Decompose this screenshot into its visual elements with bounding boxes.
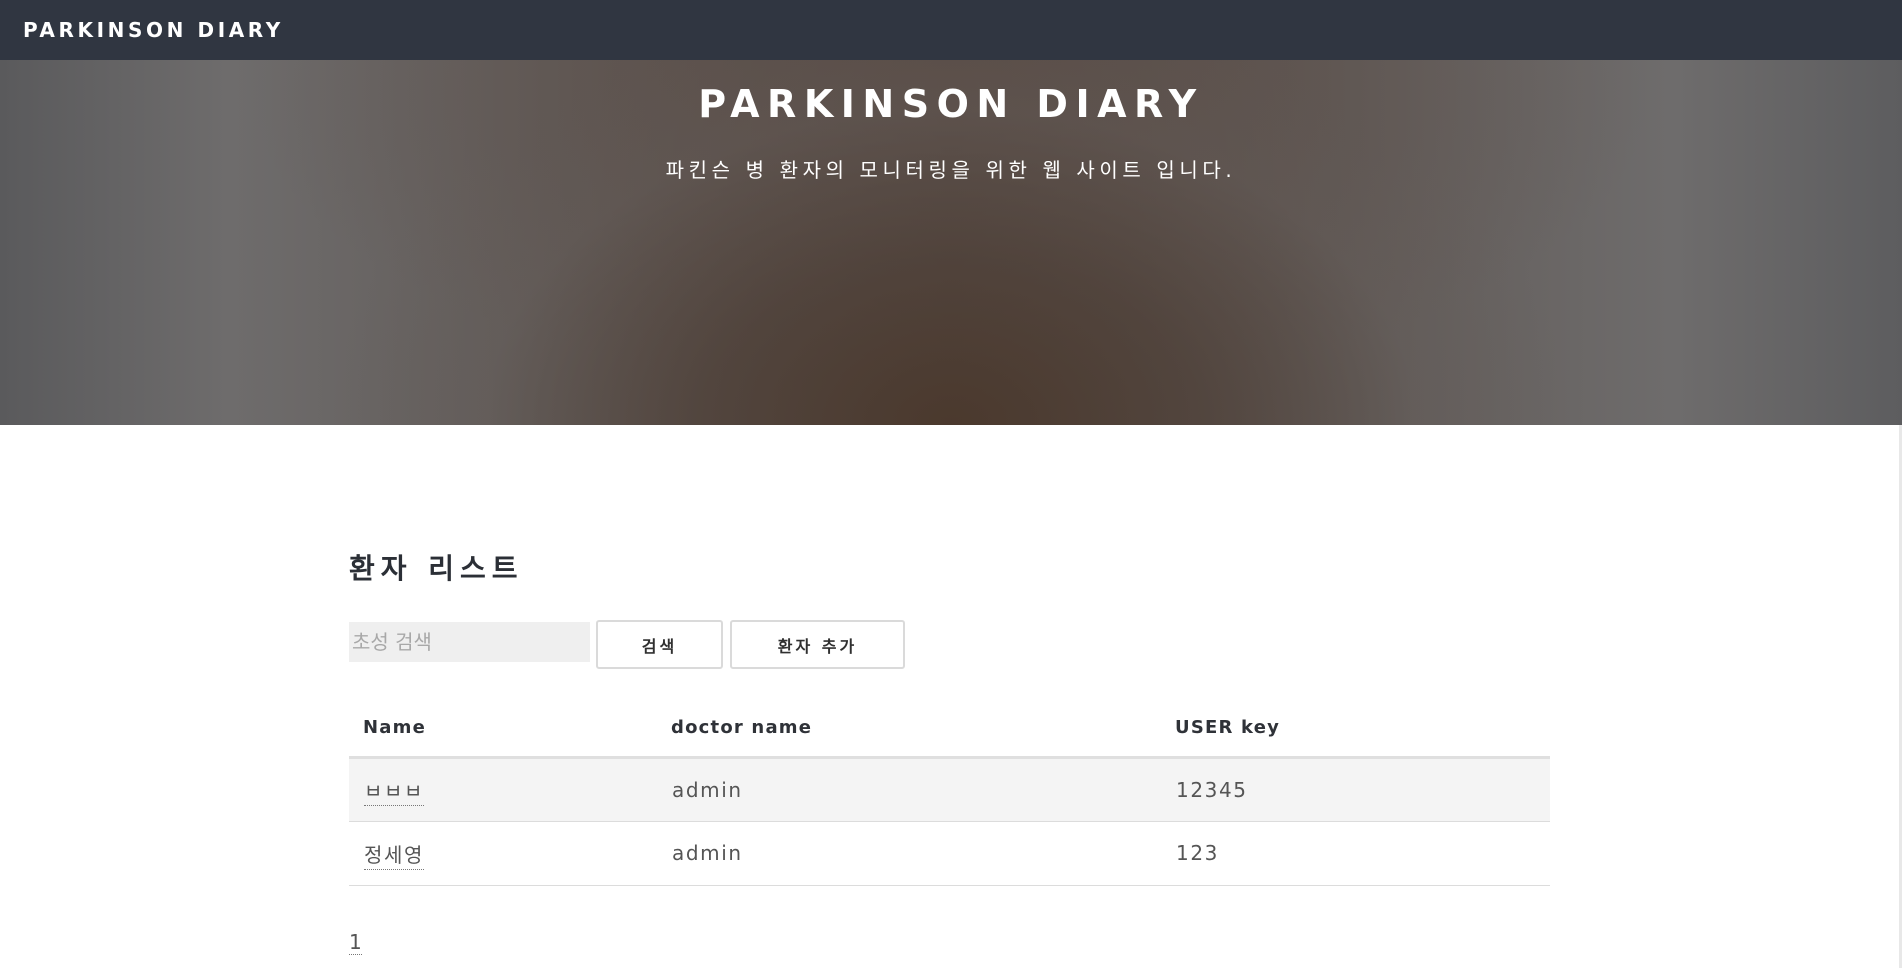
add-patient-button[interactable]: 환자 추가 <box>730 620 905 669</box>
table-row: ㅂㅂㅂ admin 12345 <box>349 757 1550 822</box>
cell-doctor-name: admin <box>657 821 1161 886</box>
patient-table: Name doctor name USER key ㅂㅂㅂ admin 1234… <box>349 700 1550 886</box>
page-link[interactable]: 1 <box>349 930 362 955</box>
hero-title: PARKINSON DIARY <box>698 82 1204 126</box>
pagination: 1 <box>349 930 362 955</box>
cell-name: ㅂㅂㅂ <box>349 757 657 822</box>
table-row: 정세영 admin 123 <box>349 821 1550 886</box>
cell-user-key: 12345 <box>1161 757 1550 822</box>
hero-banner: PARKINSON DIARY 파킨슨 병 환자의 모니터링을 위한 웹 사이트… <box>0 60 1902 425</box>
table-header-row: Name doctor name USER key <box>349 700 1550 759</box>
hero-subtitle: 파킨슨 병 환자의 모니터링을 위한 웹 사이트 입니다. <box>665 158 1237 182</box>
patient-name-link[interactable]: 정세영 <box>364 842 424 870</box>
section-title: 환자 리스트 <box>349 552 524 585</box>
column-header-doctor-name: doctor name <box>657 700 1161 759</box>
search-button[interactable]: 검색 <box>596 620 723 669</box>
cell-name: 정세영 <box>349 821 657 886</box>
cell-doctor-name: admin <box>657 757 1161 822</box>
patient-name-link[interactable]: ㅂㅂㅂ <box>364 779 424 806</box>
search-input[interactable] <box>349 622 590 662</box>
column-header-name: Name <box>349 700 657 759</box>
column-header-user-key: USER key <box>1161 700 1550 759</box>
cell-user-key: 123 <box>1161 821 1550 886</box>
brand-link[interactable]: PARKINSON DIARY <box>23 18 284 42</box>
top-navbar: PARKINSON DIARY <box>0 0 1902 60</box>
